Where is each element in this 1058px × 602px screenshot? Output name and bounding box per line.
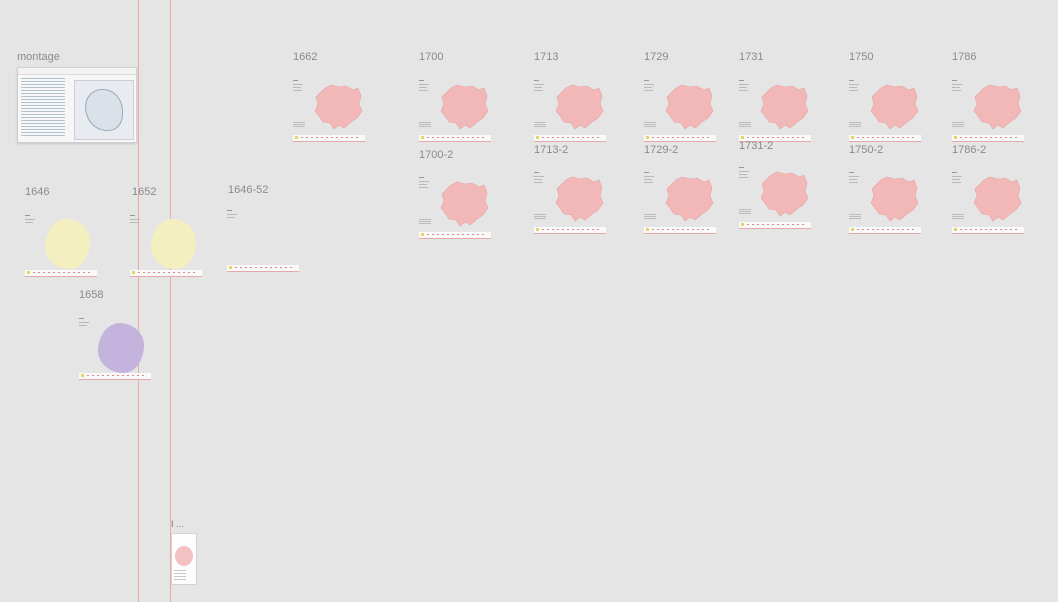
timeline-bar — [227, 265, 299, 272]
frame-label-1786[interactable]: 1786 — [952, 51, 976, 63]
frame-1786[interactable] — [952, 80, 1024, 142]
region-map-image — [314, 84, 363, 130]
timeline-bar — [419, 135, 491, 142]
timeline-bar — [25, 270, 97, 277]
timeline-bar — [739, 222, 811, 229]
frame-1731-2[interactable] — [739, 167, 811, 229]
yellow-region-shape — [45, 219, 90, 269]
frame-label-1750[interactable]: 1750 — [849, 51, 873, 63]
mini-text-block — [174, 570, 186, 580]
frame-label-1729[interactable]: 1729 — [644, 51, 668, 63]
vertical-guide-line[interactable] — [138, 0, 139, 602]
frame-1646[interactable] — [25, 215, 97, 277]
frame-label-1652[interactable]: 1652 — [132, 186, 156, 198]
frame-label-1658[interactable]: 1658 — [79, 289, 103, 301]
timeline-bar — [293, 135, 365, 142]
timeline-bar — [849, 135, 921, 142]
timeline-bar — [849, 227, 921, 234]
region-map-image — [760, 171, 809, 217]
region-map-image — [440, 84, 489, 130]
timeline-bar — [534, 135, 606, 142]
frame-label-montage[interactable]: montage — [17, 51, 60, 63]
timeline-bar — [952, 135, 1024, 142]
region-map-image — [665, 84, 714, 130]
timeline-bar — [534, 227, 606, 234]
timeline-bar — [419, 232, 491, 239]
frame-1750[interactable] — [849, 80, 921, 142]
frame-1662[interactable] — [293, 80, 365, 142]
region-map-image — [555, 176, 604, 222]
frame-1731[interactable] — [739, 80, 811, 142]
frame-1700-2[interactable] — [419, 177, 491, 239]
frame-label-1646-52[interactable]: 1646-52 — [228, 184, 268, 196]
frame-1652[interactable] — [130, 215, 202, 277]
frame-1713[interactable] — [534, 80, 606, 142]
timeline-bar — [79, 373, 151, 380]
frame-mobile[interactable] — [171, 533, 197, 585]
mini-map-image — [175, 546, 193, 566]
frame-1646-52[interactable] — [227, 210, 299, 272]
frame-1729-2[interactable] — [644, 172, 716, 234]
frame-label-1700[interactable]: 1700 — [419, 51, 443, 63]
region-map-image — [973, 176, 1022, 222]
timeline-bar — [130, 270, 202, 277]
frame-label-1700-2[interactable]: 1700-2 — [419, 149, 453, 161]
frame-1658[interactable] — [79, 318, 151, 380]
frame-label-1750-2[interactable]: 1750-2 — [849, 144, 883, 156]
region-map-image — [665, 176, 714, 222]
frame-label-1713-2[interactable]: 1713-2 — [534, 144, 568, 156]
region-map-image — [440, 181, 489, 227]
frame-montage[interactable] — [17, 67, 137, 143]
thumb-map-image — [74, 80, 134, 140]
frame-label-mobile[interactable]: I ... — [171, 519, 184, 529]
frame-label-1731[interactable]: 1731 — [739, 51, 763, 63]
design-canvas[interactable]: montage 1646 1652 1646-52 1658 1662 1700… — [0, 0, 1058, 602]
purple-region-shape — [98, 323, 144, 373]
yellow-region-shape — [151, 219, 196, 269]
frame-label-1713[interactable]: 1713 — [534, 51, 558, 63]
frame-1786-2[interactable] — [952, 172, 1024, 234]
frame-label-1729-2[interactable]: 1729-2 — [644, 144, 678, 156]
region-map-image — [555, 84, 604, 130]
frame-1700[interactable] — [419, 80, 491, 142]
vertical-guide-line[interactable] — [170, 0, 171, 602]
timeline-bar — [644, 135, 716, 142]
frame-1750-2[interactable] — [849, 172, 921, 234]
region-map-image — [870, 84, 919, 130]
timeline-bar — [644, 227, 716, 234]
timeline-bar — [952, 227, 1024, 234]
frame-label-1731-2[interactable]: 1731-2 — [739, 140, 773, 152]
frame-label-1786-2[interactable]: 1786-2 — [952, 144, 986, 156]
frame-1713-2[interactable] — [534, 172, 606, 234]
region-map-image — [870, 176, 919, 222]
region-map-image — [973, 84, 1022, 130]
frame-label-1646[interactable]: 1646 — [25, 186, 49, 198]
frame-1729[interactable] — [644, 80, 716, 142]
thumb-toolbar — [18, 68, 136, 75]
region-map-image — [760, 84, 809, 130]
thumb-text-block — [21, 78, 65, 138]
frame-label-1662[interactable]: 1662 — [293, 51, 317, 63]
